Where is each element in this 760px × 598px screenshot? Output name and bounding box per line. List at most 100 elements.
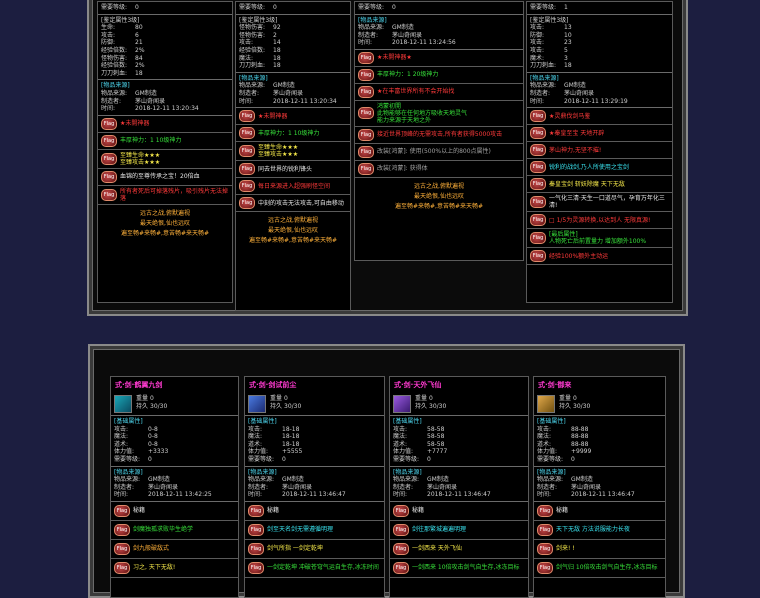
effect-row: Flag 剑往那繁城遍遍明理 [390, 521, 528, 540]
effect-row: Flag 秘籍 [245, 502, 384, 521]
origin-row: 制造者: 茅山奇闻录 [530, 90, 669, 98]
requirement-section: 需要等级: 0 [236, 2, 350, 15]
attribute-value: 0-8 [148, 425, 158, 433]
identify-attributes-section: [鉴定属性3级] 攻击: 13 防御: 10 攻击: 23 攻击: 5 魔术: 3 刀刀刺血: 18 [527, 15, 672, 73]
attribute-value: 0 [571, 455, 575, 463]
attribute-value: 58-58 [427, 425, 445, 433]
base-attributes-section: [基础属性] 攻击: 88-88 魔法: 88-88 道术: 88-88 体力值: +9999 需… [534, 416, 665, 467]
attribute-value: 58-58 [427, 440, 445, 448]
effect-row: Flag 同去世界的锐利锋头 [236, 161, 350, 179]
flag-icon: Flag [358, 162, 374, 175]
effect-row: Flag 丰厚神力：1 10级神力 [98, 133, 232, 150]
origin-value: GM制造 [564, 82, 586, 90]
origin-value: 茅山奇闻录 [148, 483, 179, 491]
effect-text: 丰厚神力：1 10级神力 [258, 129, 320, 137]
stat-label: 重量 [415, 395, 428, 402]
effect-row: Flag ★未開神器★ [355, 50, 523, 67]
attribute-value: 5 [564, 46, 568, 54]
flavor-line: 最天绝恨,仙也远叹 [268, 227, 318, 235]
effect-text: 丰厚神力：1 10级神力 [120, 137, 182, 145]
origin-row: 时间: 2018-12-11 13:46:47 [248, 491, 381, 499]
origin-value: 2018-12-11 13:46:47 [571, 491, 635, 499]
effect-row: Flag 秘籍 [390, 502, 528, 521]
flag-icon: Flag [537, 542, 553, 555]
flag-icon: Flag [530, 196, 546, 209]
attribute-label: 生命: [101, 24, 116, 32]
requirement-row: 需要等级: 0 [101, 4, 229, 12]
origin-label: 时间: [101, 105, 116, 113]
origin-row: 制造者: 茅山奇闻录 [114, 484, 235, 492]
attribute-row: 攻击: 0-8 [114, 426, 235, 434]
origin-label: 物品来源: [114, 476, 141, 484]
flag-icon: Flag [537, 561, 553, 574]
flag-icon: Flag [114, 523, 130, 536]
flag-icon: Flag [239, 180, 255, 193]
attribute-value: 0 [148, 455, 152, 463]
item-name: 式·剑·剑试前尘 [249, 381, 297, 389]
effect-row: Flag 接近世界顶峰的无需攻击,所有者获得5000攻击 [355, 127, 523, 144]
attribute-row: 体力值: +9999 [537, 448, 662, 456]
effect-row: Flag 一剑西来 天外飞仙 [390, 540, 528, 559]
effect-text: 一剑西来 10倍攻击剑气自生存,冰冻目标 [412, 564, 520, 572]
effect-row: Flag 秘籍 [534, 502, 665, 521]
flavor-line: 遍至畅#来畅#,意苦畅#来天畅# [394, 202, 484, 210]
item-name: 式·剑·天外飞仙 [394, 381, 442, 389]
origin-row: 制造者: 茅山奇闻录 [248, 484, 381, 492]
requirement-label: 需要等级: [239, 4, 266, 11]
attribute-row: 生命: 80 [101, 24, 229, 32]
attribute-label: 攻击: [239, 39, 254, 47]
origin-value: GM制造 [148, 476, 170, 484]
attribute-value: 2 [273, 31, 277, 39]
requirement-value: 0 [273, 4, 277, 11]
attribute-value: +7777 [427, 448, 448, 456]
effect-row: Flag 每日来源进入超强刷怪空间 [236, 178, 350, 196]
origin-label: 时间: [393, 491, 408, 499]
flag-icon: Flag [248, 504, 264, 517]
top-item-panel: 需要等级: 0 [鉴定属性3级] 生命: 80 攻击: 6 防御: 21 经验倍数: 2% 怪物伤害:… [87, 0, 688, 316]
origin-label: 时间: [114, 491, 129, 499]
effect-text: 经验100%额外主动运 [549, 252, 609, 260]
requirement-section: 需要等级: 0 [98, 2, 232, 15]
stat-row: 持久 30/30 [559, 403, 590, 411]
origin-row: 物品来源: GM制造 [358, 24, 520, 32]
effect-row: Flag 血锦的至尊传承之宝！20倍血 [98, 169, 232, 186]
requirement-value: 0 [135, 4, 139, 11]
effect-row: Flag 至臻生命★★★ 至臻攻击★★★ [236, 142, 350, 162]
attribute-label: 经验倍数: [101, 46, 128, 54]
attribute-value: 92 [273, 24, 281, 32]
stat-label: 持久 [415, 402, 428, 410]
identify-attributes-section: [鉴定属性3级] 怪物伤害: 92 怪物伤害: 2 攻击: 14 经验倍数: 18 魔法: 18 刀刀… [236, 15, 350, 73]
requirement-value: 0 [392, 4, 396, 11]
origin-label: 物品来源: [537, 476, 564, 484]
item-stats: 重量 0 持久 30/30 [559, 395, 590, 410]
origin-label: 时间: [358, 39, 373, 47]
origin-row: 物品来源: GM制造 [239, 82, 347, 90]
flag-icon: Flag [530, 250, 546, 263]
attribute-value: 21 [135, 39, 143, 47]
effect-text: □ 1/5为灵源转换,以达到人 无限真源! [549, 216, 651, 224]
attribute-row: 怪物伤害: 2 [239, 32, 347, 40]
attribute-row: 攻击: 58-58 [393, 426, 525, 434]
effect-row: Flag 天下无敌 方法说服能力长夜 [534, 521, 665, 540]
attribute-row: 体力值: +5555 [248, 448, 381, 456]
origin-value: GM制造 [571, 476, 593, 484]
attribute-value: 10 [564, 31, 572, 39]
effect-row: Flag [最后属性] 人物死亡后前置量力 增加额外100% [527, 229, 672, 249]
item-header: 重量 0 持久 30/30 [390, 393, 528, 416]
effect-text: 习之, 天下无敌! [133, 564, 176, 572]
attribute-label: 经验倍数: [239, 46, 266, 54]
origin-row: 时间: 2018-12-11 13:29:19 [530, 98, 669, 106]
attribute-label: 攻击: [530, 24, 545, 32]
effect-row: Flag 所有者死后可掉落残片，吸引残片无法掉落 [98, 186, 232, 205]
effect-row: Flag 秦皇宝剑 斩妖除魔 天下无敌 [527, 176, 672, 194]
flag-icon: Flag [358, 145, 374, 158]
attribute-label: 魔法: [393, 433, 408, 441]
attribute-value: 2% [135, 46, 145, 54]
origin-row: 物品来源: GM制造 [101, 90, 229, 98]
effect-text: ★未開神器 [258, 112, 288, 120]
flag-icon: Flag [239, 127, 255, 140]
flavor-line: 遍至畅#来畅#,意苦畅#来天畅# [248, 237, 338, 245]
effect-text: 秘籍 [267, 507, 280, 515]
flag-icon: Flag [358, 68, 374, 81]
stat-label: 持久 [270, 402, 283, 410]
